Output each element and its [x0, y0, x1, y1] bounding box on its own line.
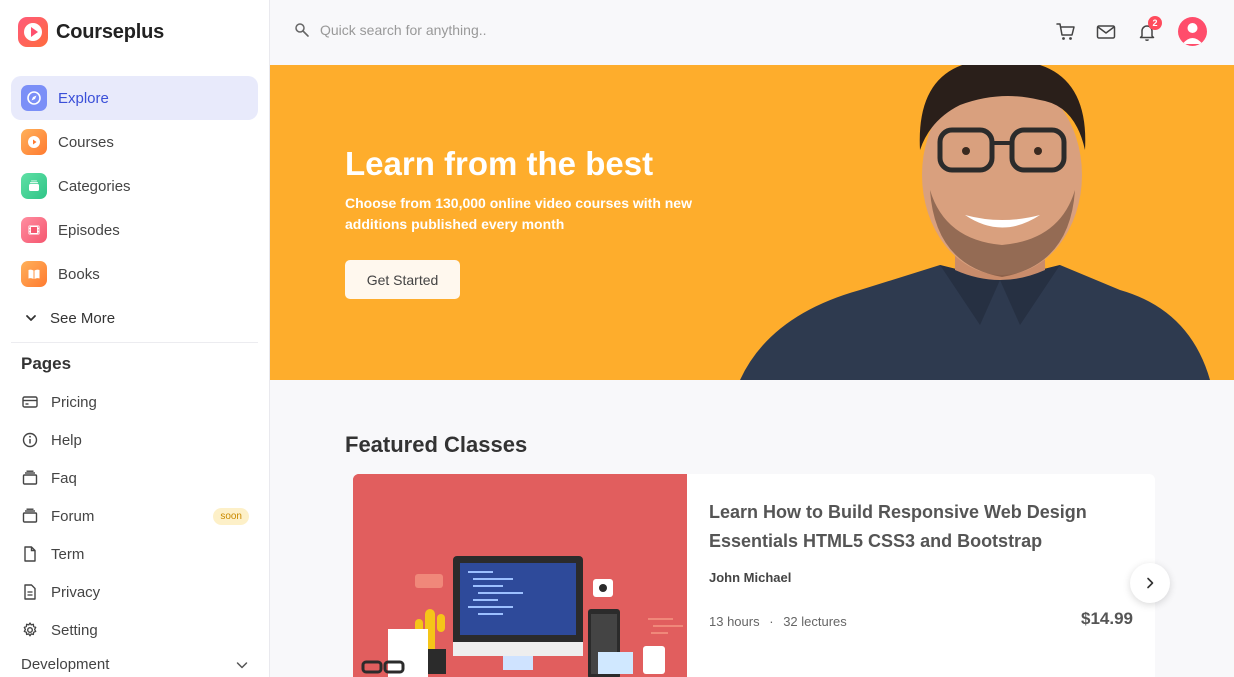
- sidebar-item-courses[interactable]: Courses: [11, 120, 258, 164]
- sidebar-item-label: Courses: [58, 133, 114, 151]
- hero-banner: Learn from the best Choose from 130,000 …: [270, 65, 1234, 380]
- compass-icon: [21, 85, 47, 111]
- sidebar-item-books[interactable]: Books: [11, 252, 258, 296]
- page-item-label: Forum: [51, 507, 95, 525]
- development-label: Development: [21, 656, 110, 673]
- sidebar-item-label: Categories: [58, 177, 131, 195]
- hero-person-image: [740, 65, 1210, 380]
- page-item-privacy[interactable]: Privacy: [21, 573, 258, 611]
- user-avatar[interactable]: [1178, 17, 1207, 46]
- layers-icon: [21, 173, 47, 199]
- sidebar-item-label: Explore: [58, 89, 109, 107]
- cart-icon[interactable]: [1055, 21, 1077, 43]
- featured-classes-title: Featured Classes: [345, 432, 528, 457]
- app-name: Courseplus: [56, 20, 165, 43]
- meta-separator: ·: [769, 614, 774, 629]
- mail-icon[interactable]: [1095, 21, 1117, 43]
- chevron-down-icon: [21, 311, 41, 325]
- page-item-help[interactable]: Help: [21, 421, 258, 459]
- see-more-toggle[interactable]: See More: [11, 296, 258, 340]
- get-started-button[interactable]: Get Started: [345, 260, 460, 299]
- sidebar-divider: [11, 342, 258, 343]
- course-thumbnail-image: [353, 474, 687, 677]
- pages-list: Pricing Help Faq Forum soon Term Privacy…: [21, 383, 258, 649]
- soon-badge: soon: [213, 508, 249, 525]
- sidebar-item-label: Books: [58, 265, 100, 283]
- hero-title: Learn from the best: [345, 145, 654, 182]
- development-section-toggle[interactable]: Development: [21, 656, 249, 673]
- document-text-icon: [24, 584, 36, 600]
- top-header: 2: [270, 0, 1234, 64]
- see-more-label: See More: [50, 309, 116, 327]
- sidebar-item-label: Episodes: [58, 221, 120, 239]
- page-item-pricing[interactable]: Pricing: [21, 383, 258, 421]
- notification-count-badge: 2: [1148, 16, 1162, 30]
- page-item-forum[interactable]: Forum soon: [21, 497, 258, 535]
- course-lectures: 32 lectures: [783, 614, 847, 629]
- page-item-faq[interactable]: Faq: [21, 459, 258, 497]
- forum-icon: [22, 508, 38, 523]
- carousel-next-button[interactable]: [1130, 563, 1170, 603]
- page-item-label: Privacy: [51, 583, 101, 601]
- search-input[interactable]: [320, 22, 580, 38]
- page-item-label: Term: [51, 545, 85, 563]
- page-item-setting[interactable]: Setting: [21, 611, 258, 649]
- credit-card-icon: [22, 396, 38, 408]
- page-item-label: Pricing: [51, 393, 97, 411]
- featured-course-card[interactable]: Learn How to Build Responsive Web Design…: [353, 474, 1155, 677]
- app-logo[interactable]: Courseplus: [18, 17, 164, 47]
- sidebar: Courseplus Explore Courses Categories Ep…: [0, 0, 270, 677]
- logo-icon: [18, 17, 48, 47]
- chevron-right-icon: [1147, 577, 1154, 589]
- course-hours: 13 hours: [709, 614, 760, 629]
- page-item-label: Setting: [51, 621, 98, 639]
- sidebar-item-episodes[interactable]: Episodes: [11, 208, 258, 252]
- info-icon: [22, 432, 38, 448]
- gear-icon: [23, 622, 37, 637]
- chevron-down-icon: [236, 661, 248, 668]
- search-bar: [294, 22, 580, 38]
- course-meta: 13 hours · 32 lectures: [709, 614, 847, 629]
- main-nav: Explore Courses Categories Episodes Book…: [11, 76, 258, 340]
- course-author[interactable]: John Michael: [709, 570, 791, 585]
- hero-subtitle: Choose from 130,000 online video courses…: [345, 195, 692, 232]
- course-title[interactable]: Learn How to Build Responsive Web Design…: [709, 498, 1129, 556]
- archive-icon: [22, 470, 38, 485]
- document-icon: [24, 546, 36, 562]
- page-item-label: Faq: [51, 469, 77, 487]
- play-icon: [21, 129, 47, 155]
- page-item-term[interactable]: Term: [21, 535, 258, 573]
- sidebar-item-explore[interactable]: Explore: [11, 76, 258, 120]
- search-icon: [295, 23, 309, 37]
- book-icon: [21, 261, 47, 287]
- sidebar-item-categories[interactable]: Categories: [11, 164, 258, 208]
- pages-section-title: Pages: [21, 354, 72, 373]
- course-price: $14.99: [1081, 609, 1133, 628]
- film-icon: [21, 217, 47, 243]
- page-item-label: Help: [51, 431, 82, 449]
